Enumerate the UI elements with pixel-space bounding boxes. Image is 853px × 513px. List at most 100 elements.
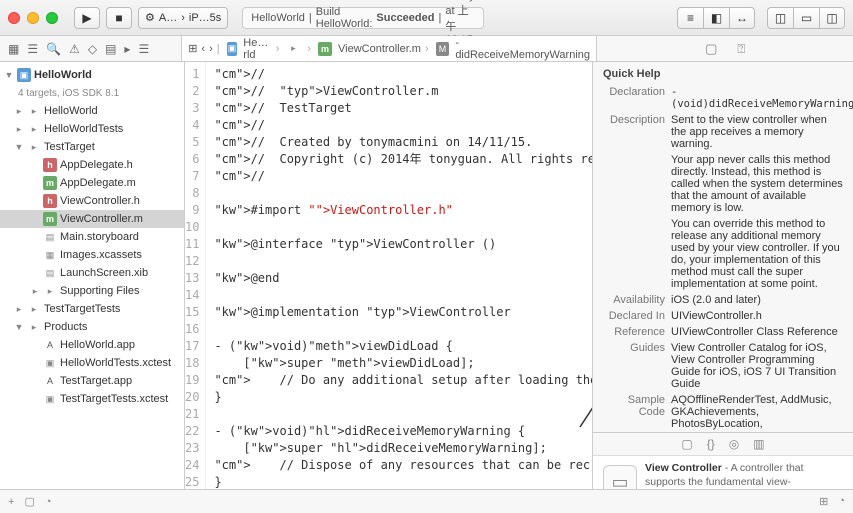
source-editor[interactable]: 1 2 3 4 5 6 7 8 9 10 11 12 13 14 15 16 1… <box>185 62 593 489</box>
tree-file[interactable]: AHelloWorld.app <box>0 336 184 354</box>
file-inspector-icon[interactable]: ▢ <box>705 41 717 57</box>
qh-description3: You can override this method to release … <box>671 218 843 290</box>
tree-group[interactable]: ▼▸Products <box>0 318 184 336</box>
add-button[interactable]: + <box>8 496 14 508</box>
qh-guides: View Controller Catalog for iOS, View Co… <box>671 342 843 390</box>
panel-toggle-group: ◫ ▭ ◫ <box>767 7 845 29</box>
app-icon: ⚙ <box>145 11 155 24</box>
crumb-file-icon: m <box>318 42 332 56</box>
library-tabs: ▢ {} ◎ ▥ <box>593 432 853 455</box>
assistant-editor-button[interactable]: ◧ <box>703 7 729 29</box>
zoom-window-icon[interactable] <box>46 12 58 24</box>
breakpoint-navigator-icon[interactable]: ▸ <box>124 42 130 56</box>
tree-group[interactable]: ▸▸HelloWorld <box>0 102 184 120</box>
toggle-utilities-button[interactable]: ◫ <box>819 7 845 29</box>
tree-file[interactable]: ▣TestTargetTests.xctest <box>0 390 184 408</box>
tree-file[interactable]: ATestTarget.app <box>0 372 184 390</box>
filter-recent-icon[interactable]: ◔ <box>45 496 52 508</box>
status-project: HelloWorld <box>251 12 305 24</box>
crumb-method-icon: M <box>436 42 450 56</box>
version-editor-button[interactable]: ↔ <box>729 7 755 29</box>
tree-group[interactable]: ▸▸HelloWorldTests <box>0 120 184 138</box>
jump-bar[interactable]: ⊞ ‹ › | ▣He…rld › ▸ › mViewController.m … <box>182 36 597 61</box>
window-titlebar: ▶ ■ ⚙ A… › iP…5s HelloWorld | Build Hell… <box>0 0 853 36</box>
filter-scope-icon[interactable]: ▢ <box>24 495 34 508</box>
scheme-selector[interactable]: ⚙ A… › iP…5s <box>138 7 228 29</box>
tree-file[interactable]: mAppDelegate.m <box>0 174 184 192</box>
inspector-tabs: ▢ ⍰ <box>597 36 853 61</box>
find-navigator-icon[interactable]: 🔍 <box>46 42 61 56</box>
secondary-toolbar: ▦ ☰ 🔍 ⚠ ◇ ▤ ▸ ☰ ⊞ ‹ › | ▣He…rld › ▸ › mV… <box>0 36 853 62</box>
project-subtitle: 4 targets, iOS SDK 8.1 <box>18 88 119 99</box>
project-name: HelloWorld <box>34 69 92 81</box>
line-gutter: 1 2 3 4 5 6 7 8 9 10 11 12 13 14 15 16 1… <box>185 62 206 489</box>
media-library-icon[interactable]: ▥ <box>753 437 764 451</box>
test-navigator-icon[interactable]: ◇ <box>88 42 97 56</box>
qh-availability-label: Availability <box>603 294 665 306</box>
file-template-library-icon[interactable]: ▢ <box>681 437 692 451</box>
tree-file[interactable]: ▦Images.xcassets <box>0 246 184 264</box>
status-build-label: Build HelloWorld: <box>316 6 373 30</box>
project-subtitle-row: 4 targets, iOS SDK 8.1 <box>0 84 184 102</box>
tree-file[interactable]: ▣HelloWorldTests.xctest <box>0 354 184 372</box>
back-button[interactable]: ‹ <box>201 43 205 55</box>
tree-file[interactable]: mViewController.m <box>0 210 184 228</box>
qh-declaration-label: Declaration <box>603 86 665 110</box>
tree-group[interactable]: ▸▸TestTargetTests <box>0 300 184 318</box>
traffic-lights <box>8 12 58 24</box>
code-area[interactable]: "cm">// "cm">// "typ">ViewController.m "… <box>206 62 593 489</box>
qh-declaredin-label: Declared In <box>603 310 665 322</box>
qh-reference: UIViewController Class Reference <box>671 326 843 338</box>
related-items-icon[interactable]: ⊞ <box>188 42 197 55</box>
qh-samplecode-label: Sample Code <box>603 394 665 430</box>
issue-navigator-icon[interactable]: ⚠ <box>69 42 80 56</box>
main-area: ▼▣ HelloWorld 4 targets, iOS SDK 8.1 ▸▸H… <box>0 62 853 489</box>
utilities-inspector: Quick Help Declaration- (void)didReceive… <box>593 62 853 489</box>
qh-availability: iOS (2.0 and later) <box>671 294 843 306</box>
grid-view-icon[interactable]: ⊞ <box>819 495 828 508</box>
library-item-icon: ▭ <box>603 465 637 489</box>
forward-button[interactable]: › <box>209 43 213 55</box>
qh-description-label: Description <box>603 114 665 150</box>
log-navigator-icon[interactable]: ☰ <box>138 42 149 56</box>
crumb-symbol[interactable]: -didReceiveMemoryWarning <box>455 37 590 61</box>
scheme-destination: iP…5s <box>189 12 221 24</box>
stop-button[interactable]: ■ <box>106 7 132 29</box>
qh-description2: Your app never calls this method directl… <box>671 154 843 214</box>
toggle-debug-button[interactable]: ▭ <box>793 7 819 29</box>
standard-editor-button[interactable]: ≡ <box>677 7 703 29</box>
tree-group[interactable]: ▼▸TestTarget <box>0 138 184 156</box>
tree-file[interactable]: hAppDelegate.h <box>0 156 184 174</box>
library-item[interactable]: ▭View Controller - A controller that sup… <box>593 455 853 489</box>
tree-file[interactable]: ▸▸Supporting Files <box>0 282 184 300</box>
project-navigator-icon[interactable]: ▦ <box>8 42 19 56</box>
crumb-file[interactable]: ViewController.m <box>338 43 421 55</box>
chevron-right-icon: › <box>181 12 185 24</box>
object-library-icon[interactable]: ◎ <box>729 437 739 451</box>
tree-file[interactable]: ▤LaunchScreen.xib <box>0 264 184 282</box>
status-build-result: Succeeded <box>376 12 434 24</box>
tree-file[interactable]: ▤Main.storyboard <box>0 228 184 246</box>
qh-samplecode: AQOfflineRenderTest, AddMusic, GKAchieve… <box>671 394 843 430</box>
qh-declaration: - (void)didReceiveMemoryWarning <box>671 86 853 110</box>
scheme-app: A… <box>159 12 177 24</box>
navigator-tabs: ▦ ☰ 🔍 ⚠ ◇ ▤ ▸ ☰ <box>0 36 182 61</box>
filter-field-icon[interactable]: ◔ <box>838 495 845 508</box>
minimize-window-icon[interactable] <box>27 12 39 24</box>
qh-description: Sent to the view controller when the app… <box>671 114 843 150</box>
code-snippet-library-icon[interactable]: {} <box>707 437 715 451</box>
close-window-icon[interactable] <box>8 12 20 24</box>
crumb-project-icon: ▣ <box>227 42 238 56</box>
project-root-row[interactable]: ▼▣ HelloWorld <box>0 66 184 84</box>
toggle-navigator-button[interactable]: ◫ <box>767 7 793 29</box>
crumb-project[interactable]: He…rld <box>243 37 271 61</box>
tree-file[interactable]: hViewController.h <box>0 192 184 210</box>
project-navigator[interactable]: ▼▣ HelloWorld 4 targets, iOS SDK 8.1 ▸▸H… <box>0 62 185 489</box>
editor-mode-group: ≡ ◧ ↔ <box>677 7 755 29</box>
quick-help-inspector-icon[interactable]: ⍰ <box>737 41 745 57</box>
run-button[interactable]: ▶ <box>74 7 100 29</box>
debug-navigator-icon[interactable]: ▤ <box>105 42 116 56</box>
quick-help-title: Quick Help <box>593 62 853 84</box>
qh-reference-label: Reference <box>603 326 665 338</box>
symbol-navigator-icon[interactable]: ☰ <box>27 42 38 56</box>
